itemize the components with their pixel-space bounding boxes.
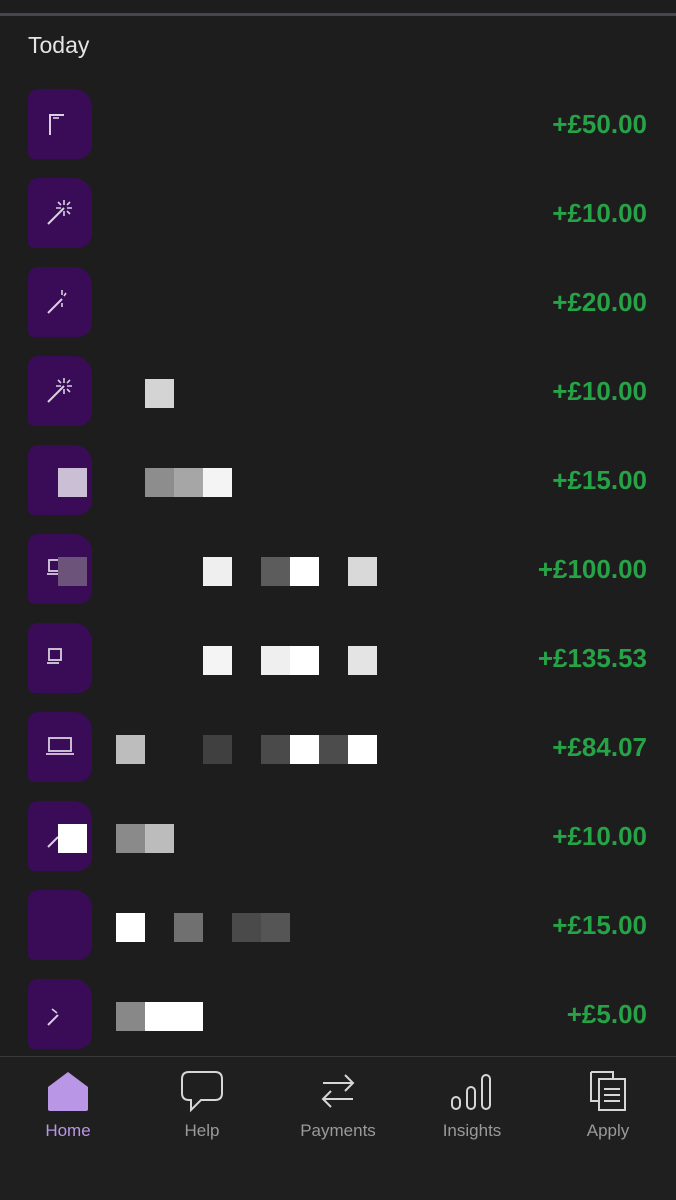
- redacted-block: [261, 646, 290, 675]
- section-title-today: Today: [28, 32, 90, 58]
- transaction-icon-tile: [28, 178, 92, 248]
- chat-bubble-icon: [181, 1071, 223, 1113]
- header-divider: [0, 13, 676, 16]
- redacted-block: [174, 913, 203, 942]
- tab-payments[interactable]: Payments: [278, 1069, 398, 1159]
- redacted-block: [203, 468, 232, 497]
- redacted-block: [290, 735, 319, 764]
- transaction-row[interactable]: +£84.07: [0, 703, 676, 792]
- tab-label-apply: Apply: [586, 1121, 630, 1140]
- bar-chart-icon: [451, 1074, 491, 1110]
- redacted-block: [145, 1002, 203, 1031]
- transaction-row[interactable]: +£50.00: [0, 80, 676, 169]
- tab-label-payments: Payments: [300, 1121, 376, 1140]
- transaction-icon-tile: [28, 267, 92, 337]
- redacted-block: [348, 646, 377, 675]
- transaction-amount: +£10.00: [552, 376, 647, 406]
- card-icon: [49, 114, 64, 135]
- redacted-block: [203, 646, 232, 675]
- redacted-block: [116, 824, 145, 853]
- tab-help[interactable]: Help: [142, 1069, 262, 1159]
- tab-insights[interactable]: Insights: [412, 1069, 532, 1159]
- transaction-amount: +£84.07: [552, 732, 647, 762]
- transaction-amount: +£10.00: [552, 198, 647, 228]
- laptop-icon: [46, 737, 74, 755]
- magic-wand-icon: [47, 378, 72, 403]
- home-icon: [48, 1072, 88, 1111]
- redacted-block: [116, 913, 145, 942]
- redacted-block: [261, 913, 290, 942]
- transaction-amount: +£10.00: [552, 821, 647, 851]
- redacted-block: [174, 468, 203, 497]
- tab-label-insights: Insights: [442, 1121, 502, 1140]
- transaction-row[interactable]: +£5.00: [0, 970, 676, 1059]
- redacted-block: [58, 824, 87, 853]
- redacted-block: [116, 735, 145, 764]
- transaction-amount: +£100.00: [537, 554, 647, 584]
- transaction-amount: +£5.00: [566, 999, 647, 1029]
- redacted-block: [116, 1002, 145, 1031]
- transaction-amount: +£15.00: [552, 465, 647, 495]
- transaction-row[interactable]: +£15.00: [0, 436, 676, 525]
- transaction-amount: +£135.53: [537, 643, 647, 673]
- redacted-block: [58, 557, 87, 586]
- bottom-tab-bar: Home Help Payments Insights Apply: [0, 1056, 676, 1200]
- magic-wand-icon: [47, 200, 72, 225]
- redacted-block: [145, 468, 174, 497]
- transfer-arrows-icon: [321, 1074, 355, 1108]
- transaction-row[interactable]: +£15.00: [0, 881, 676, 970]
- transaction-row[interactable]: +£135.53: [0, 614, 676, 703]
- redacted-block: [261, 557, 290, 586]
- transaction-icon-tile: [28, 356, 92, 426]
- tab-label-help: Help: [184, 1121, 220, 1140]
- magic-wand-icon: [47, 1008, 59, 1026]
- transaction-row[interactable]: +£20.00: [0, 258, 676, 347]
- redacted-block: [261, 735, 290, 764]
- transaction-row[interactable]: +£10.00: [0, 169, 676, 258]
- transaction-icon-tile: [28, 890, 92, 960]
- redacted-block: [319, 735, 348, 764]
- transaction-icon-tile: [28, 979, 92, 1049]
- tab-label-home: Home: [45, 1121, 91, 1140]
- tab-apply[interactable]: Apply: [548, 1069, 668, 1159]
- magic-wand-icon: [47, 290, 67, 314]
- redacted-block: [203, 735, 232, 764]
- tab-home[interactable]: Home: [8, 1069, 128, 1159]
- redacted-block: [145, 379, 174, 408]
- documents-icon: [590, 1071, 626, 1111]
- redacted-block: [58, 468, 87, 497]
- redacted-block: [232, 913, 261, 942]
- redacted-block: [348, 557, 377, 586]
- transaction-amount: +£50.00: [552, 109, 647, 139]
- transaction-icon-tile: [28, 623, 92, 693]
- laptop-icon: [47, 648, 62, 664]
- transaction-icon-tile: [28, 89, 92, 159]
- redacted-block: [145, 824, 174, 853]
- transaction-icon-tile: [28, 712, 92, 782]
- redacted-block: [290, 557, 319, 586]
- transaction-amount: +£15.00: [552, 910, 647, 940]
- redacted-block: [348, 735, 377, 764]
- redacted-block: [203, 557, 232, 586]
- transaction-row[interactable]: +£100.00: [0, 525, 676, 614]
- transaction-amount: +£20.00: [552, 287, 647, 317]
- transaction-row[interactable]: +£10.00: [0, 347, 676, 436]
- transaction-row[interactable]: +£10.00: [0, 792, 676, 881]
- transactions-screen: Today +£50.00 +£10.00 +£20.00 +£10.00 +£…: [0, 0, 676, 1200]
- redacted-block: [290, 646, 319, 675]
